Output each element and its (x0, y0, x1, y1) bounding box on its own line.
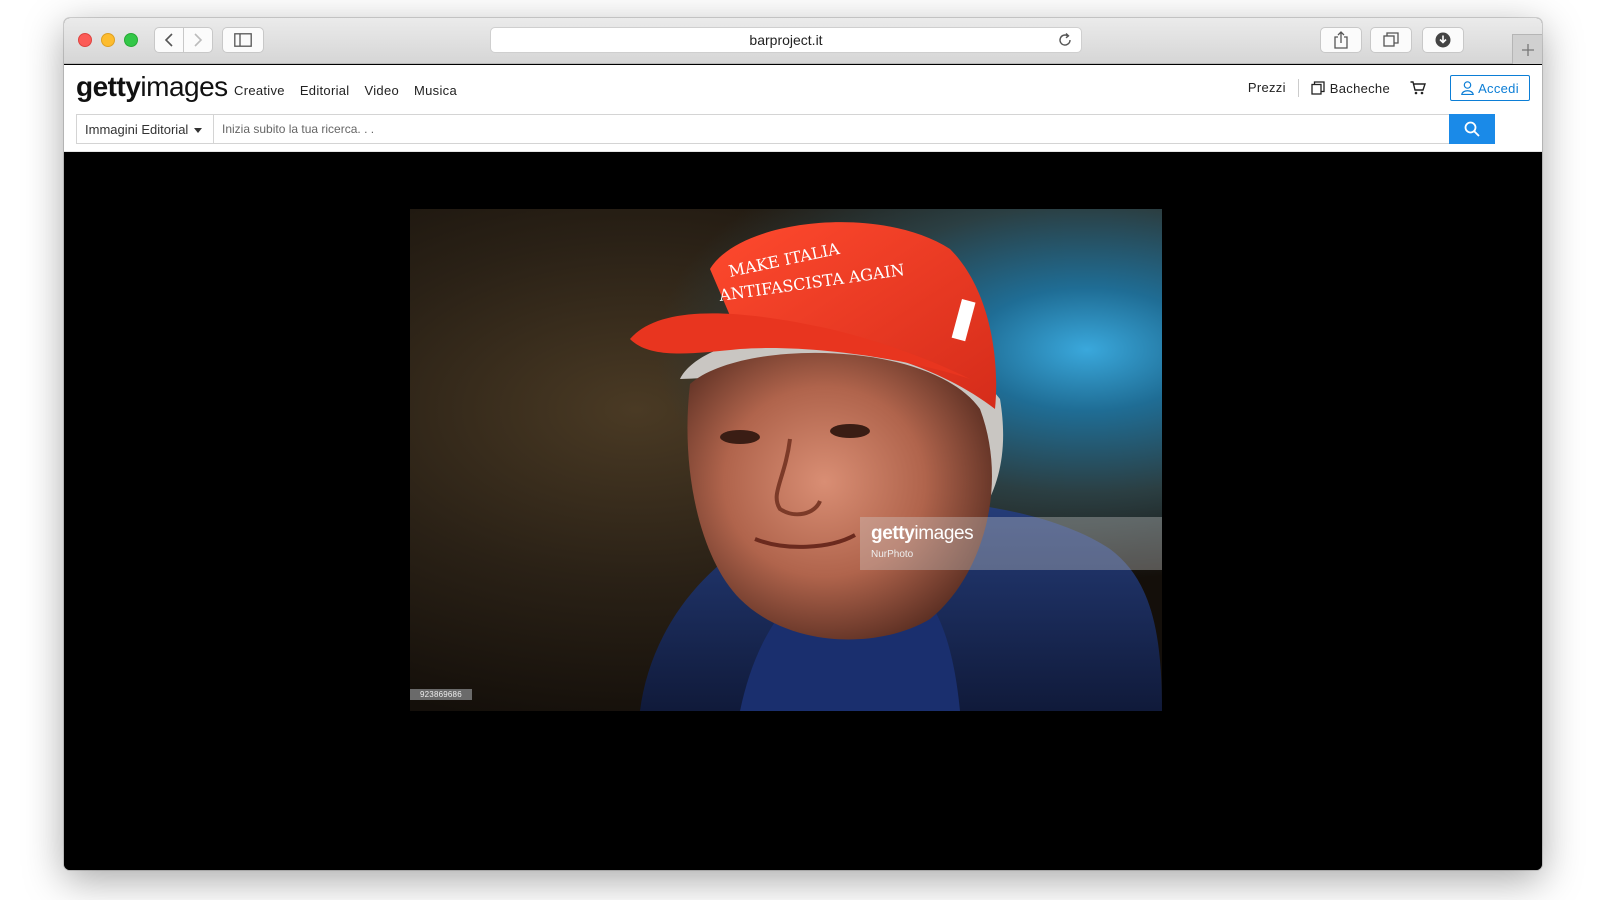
nav-editorial[interactable]: Editorial (300, 83, 350, 98)
main-nav: Creative Editorial Video Musica (234, 83, 457, 98)
search-button[interactable] (1449, 114, 1495, 144)
image-type-dropdown[interactable]: Immagini Editorial (77, 115, 214, 143)
nav-musica[interactable]: Musica (414, 83, 457, 98)
boards-icon (1311, 81, 1325, 95)
zoom-window-button[interactable] (124, 33, 138, 47)
cart-icon (1410, 81, 1426, 95)
chevron-right-icon (194, 33, 203, 47)
sidebar-icon (234, 33, 252, 47)
downloads-button[interactable] (1422, 27, 1464, 53)
prezzi-link[interactable]: Prezzi (1248, 79, 1299, 97)
caret-down-icon (194, 127, 203, 133)
photo-credit: NurPhoto (871, 549, 914, 560)
logo-light-text: images (140, 71, 228, 102)
minimize-window-button[interactable] (101, 33, 115, 47)
bacheche-label: Bacheche (1329, 80, 1390, 96)
close-window-button[interactable] (78, 33, 92, 47)
user-icon (1461, 81, 1474, 95)
watermark-light: images (914, 523, 974, 544)
browser-window: barproject.it gettyimages Creative Edito… (64, 18, 1542, 870)
getty-watermark: gettyimages NurPhoto (860, 517, 1162, 570)
url-text: barproject.it (749, 32, 823, 48)
account-nav: Prezzi Bacheche Accedi (1248, 75, 1530, 101)
search-row: Immagini Editorial (64, 114, 1542, 152)
editorial-photo[interactable]: MAKE ITALIA ANTIFASCISTA AGAIN gettyimag… (410, 209, 1162, 711)
tabs-icon (1383, 32, 1399, 47)
accedi-button[interactable]: Accedi (1450, 75, 1530, 101)
bacheche-link[interactable]: Bacheche (1311, 81, 1390, 96)
nav-video[interactable]: Video (364, 83, 399, 98)
getty-logo[interactable]: gettyimages (76, 71, 228, 103)
portrait-illustration: MAKE ITALIA ANTIFASCISTA AGAIN (630, 222, 1162, 711)
forward-button[interactable] (183, 27, 213, 53)
download-icon (1435, 32, 1451, 48)
watermark-logo: gettyimages (871, 523, 974, 545)
reload-icon[interactable] (1057, 32, 1073, 48)
cart-button[interactable] (1410, 81, 1426, 95)
share-button[interactable] (1320, 27, 1362, 53)
site-header: gettyimages Creative Editorial Video Mus… (64, 65, 1542, 114)
image-viewer: MAKE ITALIA ANTIFASCISTA AGAIN gettyimag… (64, 152, 1542, 870)
browser-toolbar: barproject.it (64, 18, 1542, 64)
plus-icon (1521, 43, 1534, 56)
address-bar[interactable]: barproject.it (490, 27, 1082, 53)
chevron-left-icon (164, 33, 173, 47)
image-type-value: Immagini Editorial (85, 121, 189, 137)
accedi-label: Accedi (1478, 80, 1519, 96)
sidebar-toggle-button[interactable] (222, 27, 264, 53)
search-icon (1464, 121, 1480, 137)
search-bar: Immagini Editorial (76, 114, 1495, 144)
show-tabs-button[interactable] (1370, 27, 1412, 53)
nav-creative[interactable]: Creative (234, 83, 285, 98)
logo-bold-text: getty (76, 71, 141, 102)
image-id-label: 923869686 (410, 689, 472, 700)
search-input[interactable] (214, 115, 1449, 143)
back-button[interactable] (154, 27, 184, 53)
watermark-bold: getty (871, 523, 915, 544)
share-icon (1334, 31, 1348, 49)
new-tab-button[interactable] (1512, 34, 1542, 64)
